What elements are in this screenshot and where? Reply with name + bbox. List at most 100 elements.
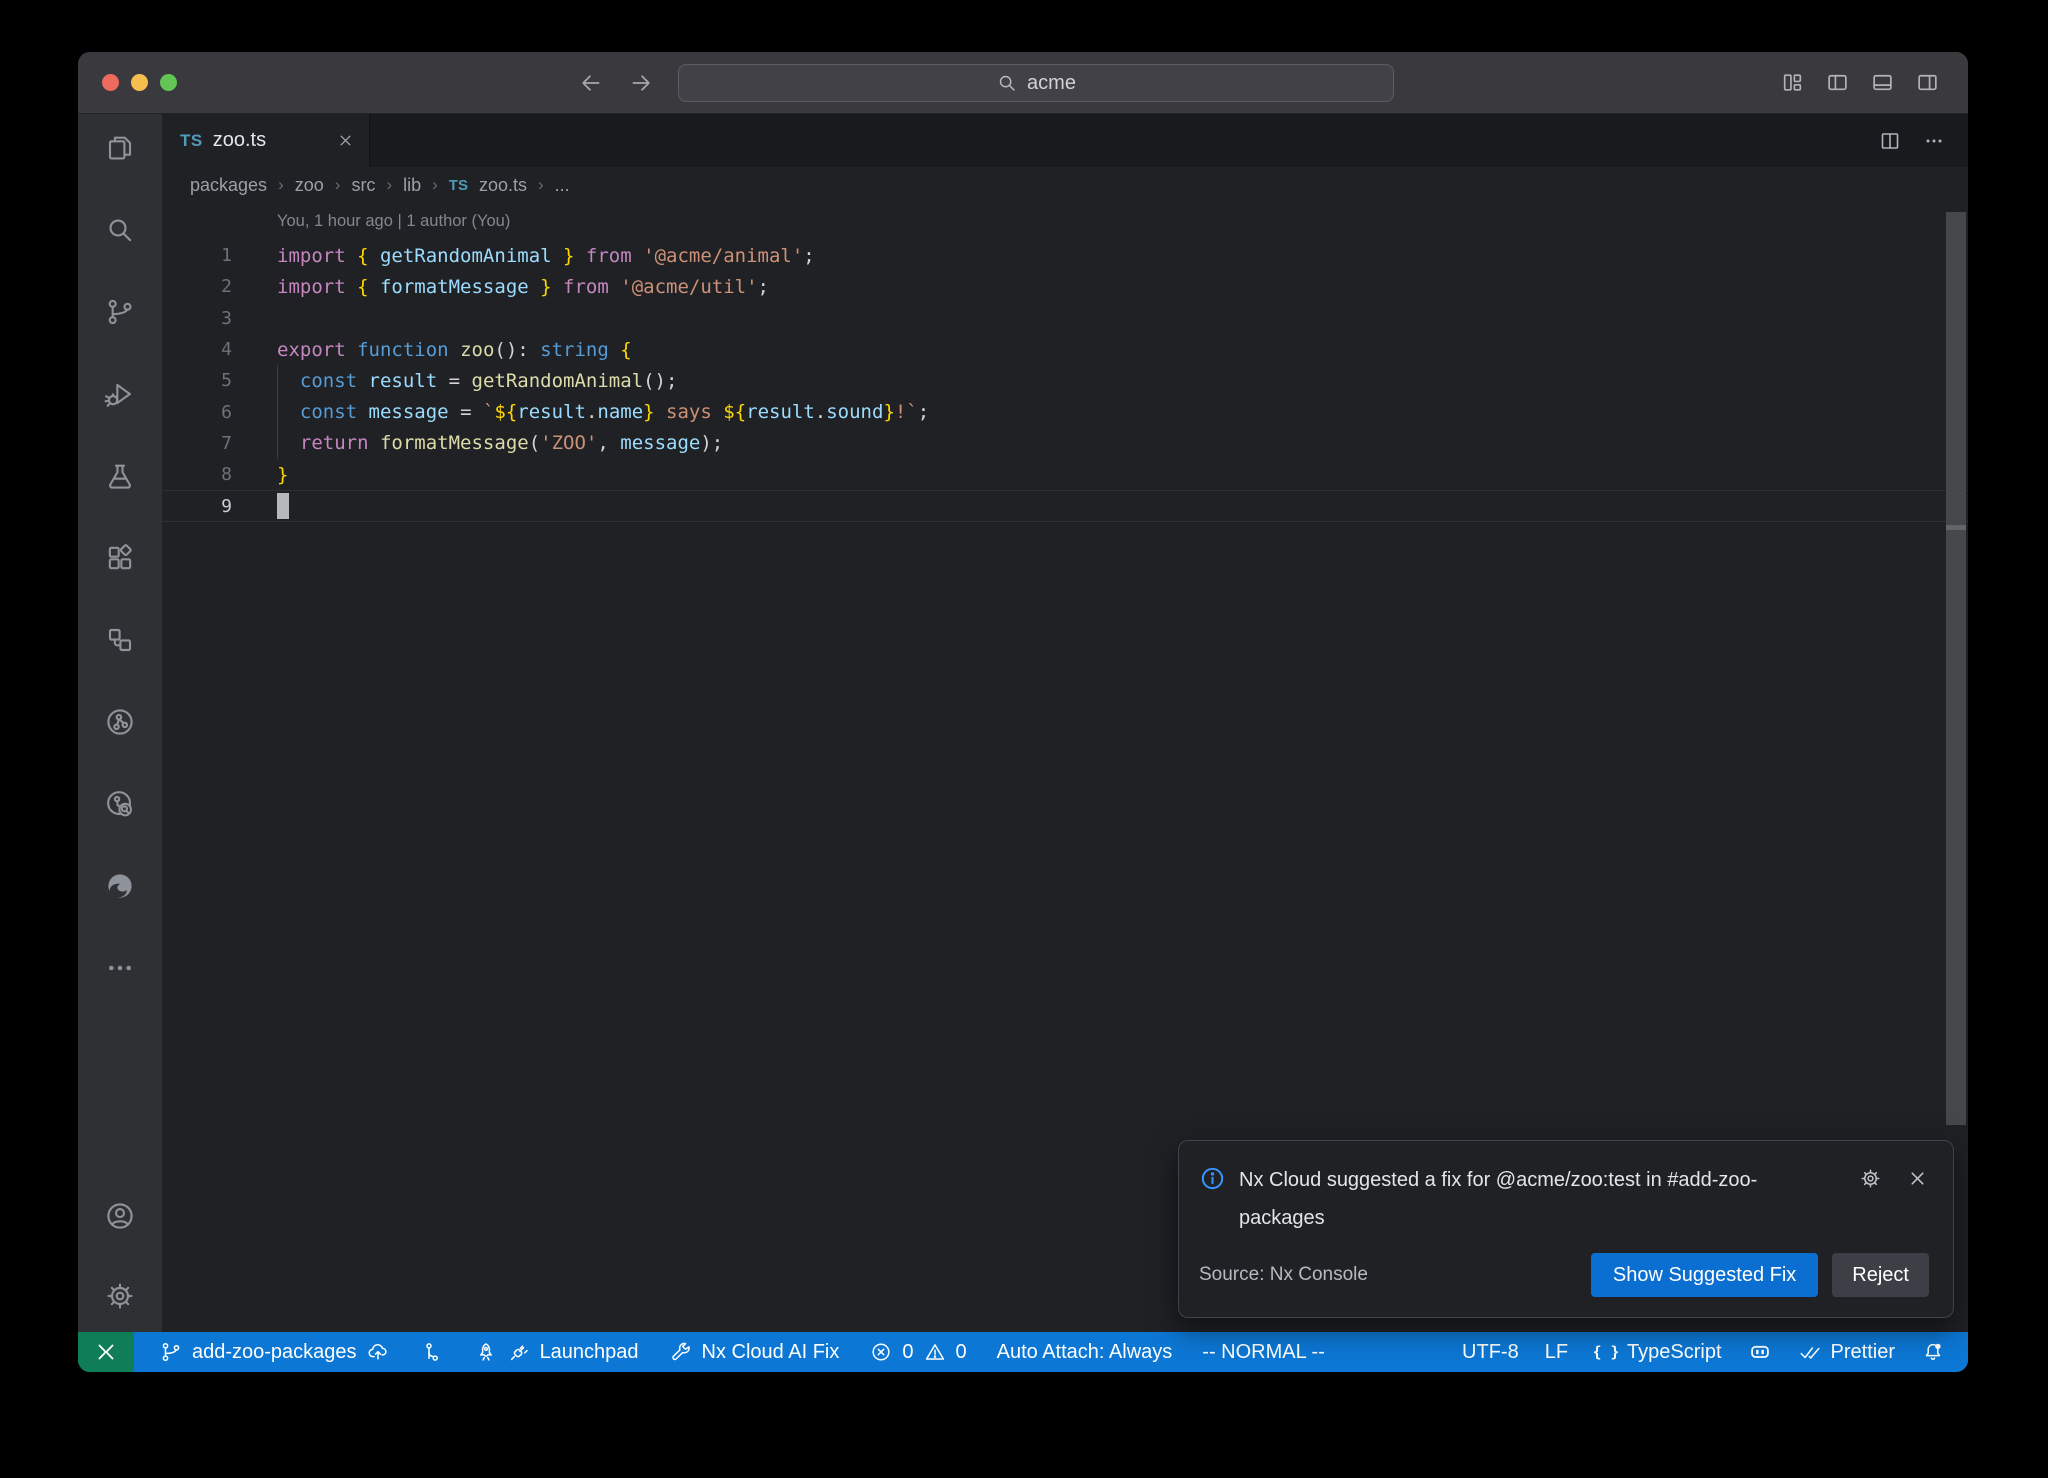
breadcrumb-item-lib[interactable]: lib [403,175,421,196]
code-line-9[interactable]: 9 [162,490,1968,521]
files-icon [104,132,136,164]
breadcrumb-item-packages[interactable]: packages [190,175,267,196]
breadcrumb-item-zoo[interactable]: zoo [295,175,324,196]
close-tab-button[interactable] [336,131,355,150]
line-number: 9 [162,496,232,517]
split-editor-button[interactable] [1878,129,1902,153]
status-label: 0 [956,1341,967,1364]
activity-item-nx-cloud[interactable] [104,788,136,820]
code-line-6[interactable]: 6 const message = `${result.name} says $… [162,396,1968,427]
breadcrumb-item-file[interactable]: zoo.ts [479,175,527,196]
search-value: acme [1027,72,1076,95]
status-problems[interactable]: 00 [858,1332,977,1372]
account-icon [104,1200,136,1232]
toggle-panel-button[interactable] [1870,70,1895,95]
activity-item-additional-views[interactable] [104,952,136,984]
customize-layout-button[interactable] [1780,70,1805,95]
activity-item-custom-views[interactable] [104,624,136,656]
activity-item-explorer[interactable] [104,132,136,164]
code-line-4[interactable]: 4 export function zoo(): string { [162,334,1968,365]
search-icon [996,72,1018,94]
navigate-back-button[interactable] [578,70,604,96]
rocket-icon [474,1340,498,1364]
code-line-3[interactable]: 3 [162,303,1968,334]
status-nx-project-graph[interactable] [409,1332,455,1372]
line-content: const message = `${result.name} says ${r… [277,401,929,423]
line-number: 6 [162,402,232,423]
line-content: export function zoo(): string { [277,339,632,361]
close-window-button[interactable] [102,74,119,91]
remote-icon [94,1340,118,1364]
status-git-branch[interactable]: add-zoo-packages [148,1332,401,1372]
info-icon [1199,1165,1226,1237]
nx-cloud-icon [104,788,136,820]
code-line-2[interactable]: 2import { formatMessage } from '@acme/ut… [162,271,1968,302]
chevron-right-icon: › [538,175,544,195]
activity-item-extensions[interactable] [104,542,136,574]
code-line-5[interactable]: 5 const result = getRandomAnimal(); [162,365,1968,396]
navigate-forward-button[interactable] [628,70,654,96]
status-label: Auto Attach: Always [997,1341,1173,1364]
chevron-right-icon: › [432,175,438,195]
activity-item-testing[interactable] [104,460,136,492]
activity-item-edge-tools[interactable] [104,870,136,902]
status-label: LF [1545,1341,1568,1364]
status-remote-indicator[interactable] [78,1332,134,1372]
toggle-primary-sidebar-button[interactable] [1825,70,1850,95]
title-bar: acme [78,52,1968,114]
line-content: const result = getRandomAnimal(); [277,370,677,392]
status-auto-attach[interactable]: Auto Attach: Always [986,1332,1184,1372]
editor-scrollbar[interactable] [1946,212,1966,1125]
vscode-window: acme TS zoo.ts [78,52,1968,1372]
notification-settings-button[interactable] [1859,1167,1882,1237]
status-language-mode[interactable]: { }TypeScript [1583,1332,1732,1372]
status-vim-mode[interactable]: -- NORMAL -- [1191,1332,1336,1372]
tab-zoo-ts[interactable]: TS zoo.ts [162,114,370,167]
status-formatter-prettier[interactable]: Prettier [1787,1332,1906,1372]
toggle-secondary-sidebar-button[interactable] [1915,70,1940,95]
status-encoding[interactable]: UTF-8 [1451,1332,1530,1372]
zoom-window-button[interactable] [160,74,177,91]
activity-item-source-control[interactable] [104,296,136,328]
code-line-8[interactable]: 8} [162,459,1968,490]
warning-icon [923,1340,947,1364]
status-end-of-line[interactable]: LF [1534,1332,1579,1372]
edge-icon [104,870,136,902]
status-label: TypeScript [1627,1341,1721,1364]
breadcrumb-item-src[interactable]: src [351,175,375,196]
activity-item-search[interactable] [104,214,136,246]
status-label: Nx Cloud AI Fix [702,1341,840,1364]
status-label: add-zoo-packages [192,1341,357,1364]
show-suggested-fix-button[interactable]: Show Suggested Fix [1591,1253,1818,1297]
bell-dot-icon [1921,1340,1945,1364]
activity-item-nx-console[interactable] [104,706,136,738]
line-number: 4 [162,339,232,360]
code-line-1[interactable]: 1import { getRandomAnimal } from '@acme/… [162,240,1968,271]
status-nx-cloud-ai-fix[interactable]: Nx Cloud AI Fix [658,1332,851,1372]
notification-close-button[interactable] [1906,1167,1929,1237]
status-nx-launchpad[interactable]: Launchpad [463,1332,650,1372]
status-copilot-status[interactable] [1737,1332,1783,1372]
code-line-7[interactable]: 7 return formatMessage('ZOO', message); [162,428,1968,459]
line-number: 5 [162,370,232,391]
nx-graph-circle-icon [104,706,136,738]
line-content: import { getRandomAnimal } from '@acme/a… [277,245,815,267]
status-notifications-bell[interactable] [1910,1332,1956,1372]
minimize-window-button[interactable] [131,74,148,91]
activity-item-settings[interactable] [104,1280,136,1312]
breadcrumb-overflow[interactable]: ... [555,175,570,196]
status-label: -- NORMAL -- [1202,1341,1325,1364]
status-bar: add-zoo-packages Launchpad Nx Cloud AI Fix… [78,1332,1968,1372]
command-center-search[interactable]: acme [678,64,1394,102]
graph-icon [420,1340,444,1364]
reject-button[interactable]: Reject [1832,1253,1929,1297]
tab-bar: TS zoo.ts [162,114,1968,167]
beaker-icon [104,460,136,492]
wrench-icon [669,1340,693,1364]
editor-more-actions-button[interactable] [1922,129,1946,153]
notification-source: Source: Nx Console [1199,1264,1368,1286]
activity-item-accounts[interactable] [104,1200,136,1232]
cloud-upload-icon [366,1340,390,1364]
activity-item-run-and-debug[interactable] [104,378,136,410]
plug-icon [507,1340,531,1364]
